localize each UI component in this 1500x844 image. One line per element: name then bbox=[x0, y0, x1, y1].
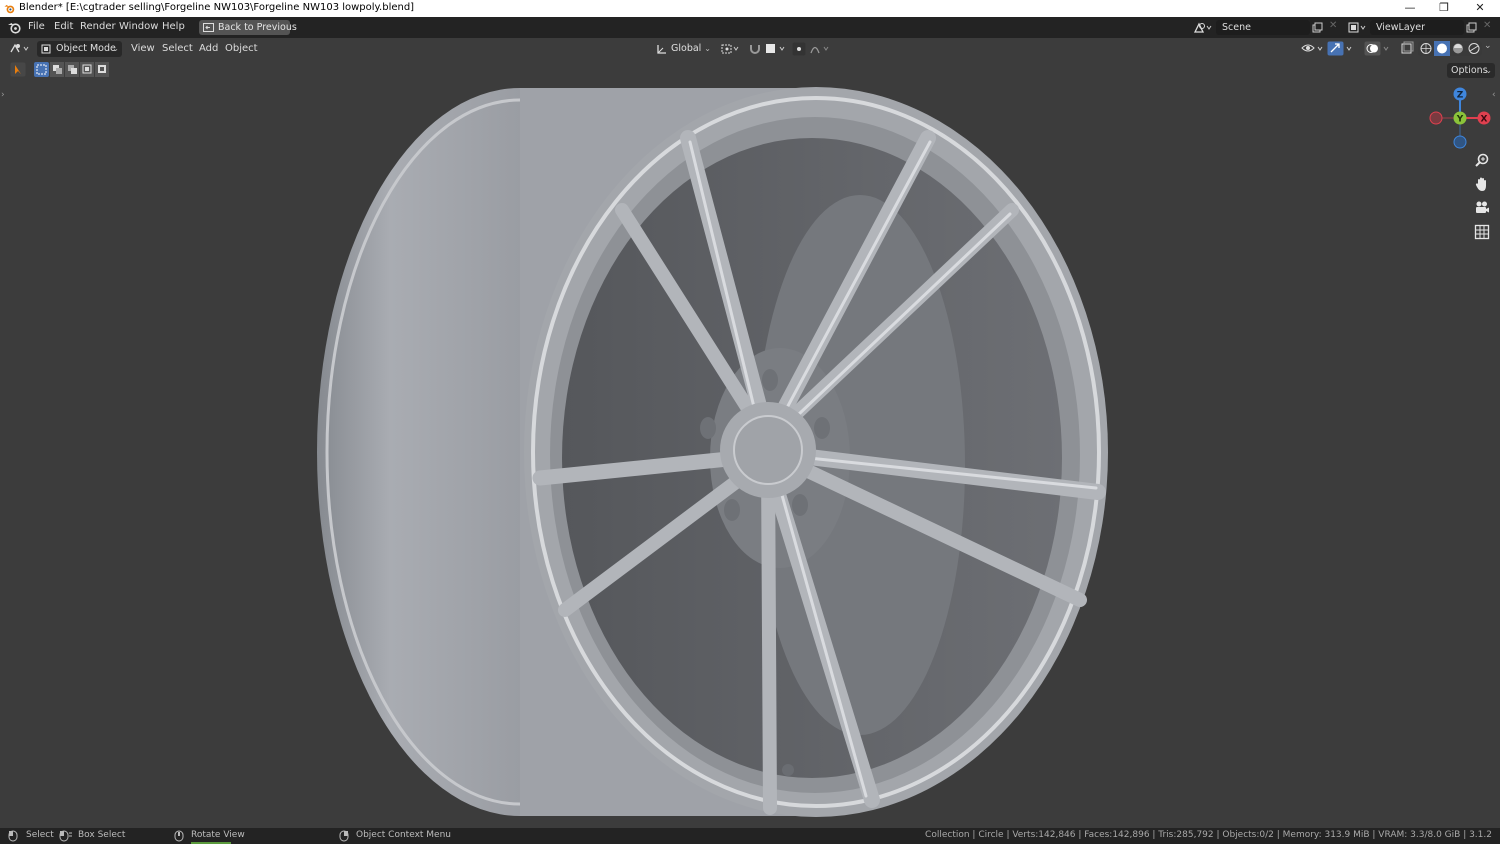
options-label: Options bbox=[1451, 65, 1488, 76]
new-view-layer-icon[interactable] bbox=[1466, 22, 1477, 33]
shading-mode-buttons[interactable] bbox=[1418, 41, 1482, 56]
valve-stem-hole bbox=[782, 764, 794, 776]
gizmo-y-label: Y bbox=[1456, 115, 1464, 125]
object-mode-icon bbox=[41, 44, 51, 54]
pivot-point-icon[interactable] bbox=[720, 43, 742, 55]
gizmo-x-label: X bbox=[1481, 115, 1488, 125]
object-visibility-icon[interactable] bbox=[1300, 42, 1326, 55]
blender-logo-icon bbox=[4, 4, 15, 14]
proportional-editing-icon[interactable] bbox=[792, 42, 806, 56]
overlays-toggle-icon[interactable] bbox=[1364, 41, 1394, 56]
view3d-icon[interactable] bbox=[9, 42, 31, 55]
restore-button[interactable]: ❐ bbox=[1427, 0, 1461, 17]
3d-viewport[interactable]: Object Mode ⌄ View Select Add Object Glo… bbox=[0, 38, 1500, 828]
gizmo-neg-x-handle[interactable] bbox=[1429, 111, 1443, 125]
status-rotate-view: Rotate View bbox=[191, 830, 245, 840]
menu-add[interactable]: Add bbox=[199, 43, 218, 54]
snap-increment-icon[interactable] bbox=[764, 43, 788, 55]
menu-edit[interactable]: Edit bbox=[54, 21, 73, 32]
transform-orientation-label: Global bbox=[671, 43, 702, 54]
delete-scene-icon[interactable]: ✕ bbox=[1329, 20, 1337, 31]
close-window-button[interactable]: ✕ bbox=[1463, 0, 1497, 17]
gizmo-z-label: Z bbox=[1457, 91, 1464, 101]
menu-object[interactable]: Object bbox=[225, 43, 258, 54]
menu-file[interactable]: File bbox=[28, 21, 45, 32]
orientation-axes-icon bbox=[657, 45, 666, 54]
transform-orientation-dropdown[interactable]: Global ⌄ bbox=[652, 41, 714, 57]
zoom-icon[interactable] bbox=[1474, 153, 1490, 169]
new-scene-icon[interactable] bbox=[1312, 22, 1323, 33]
navigation-gizmo[interactable]: Z Y X bbox=[1425, 86, 1495, 150]
mouse-left-icon bbox=[8, 830, 18, 842]
center-cap bbox=[733, 415, 803, 485]
blender-menu-icon[interactable] bbox=[8, 22, 21, 34]
grid-ortho-icon[interactable] bbox=[1474, 224, 1490, 240]
chevron-down-icon: ⌄ bbox=[112, 44, 119, 53]
object-mode-label: Object Mode bbox=[56, 43, 116, 54]
menu-select[interactable]: Select bbox=[162, 43, 193, 54]
minimize-button[interactable]: — bbox=[1393, 0, 1427, 17]
viewport-header: Object Mode ⌄ View Select Add Object Glo… bbox=[0, 38, 1500, 59]
window-titlebar: Blender* [E:\cgtrader selling\Forgeline … bbox=[0, 0, 1500, 17]
menu-view[interactable]: View bbox=[131, 43, 155, 54]
object-mode-dropdown[interactable]: Object Mode ⌄ bbox=[37, 41, 122, 57]
delete-view-layer-icon[interactable]: ✕ bbox=[1483, 20, 1491, 31]
menu-window[interactable]: Window bbox=[119, 21, 158, 32]
camera-icon[interactable] bbox=[1474, 200, 1490, 216]
wheel-3d-model[interactable] bbox=[0, 38, 1500, 828]
status-context-menu: Object Context Menu bbox=[356, 830, 452, 840]
blender-topbar: File Edit Render Window Help Back to Pre… bbox=[0, 17, 1500, 39]
toolbar-expand-chevron-icon[interactable]: › bbox=[1, 90, 5, 100]
shading-options-chevron-icon[interactable]: ⌄ bbox=[1484, 41, 1492, 51]
scene-statistics: Collection | Circle | Verts:142,846 | Fa… bbox=[925, 830, 1492, 840]
view-layer-icon[interactable] bbox=[1347, 21, 1367, 34]
chevron-down-icon: ⌄ bbox=[1485, 66, 1492, 75]
view-layer-field[interactable]: ViewLayer bbox=[1370, 20, 1464, 35]
snap-magnet-icon[interactable] bbox=[748, 42, 762, 56]
back-to-previous-label: Back to Previous bbox=[218, 22, 297, 33]
mouse-right-icon bbox=[339, 830, 349, 842]
menu-render[interactable]: Render bbox=[80, 21, 116, 32]
view-layer-name: ViewLayer bbox=[1376, 22, 1426, 33]
window-title: Blender* [E:\cgtrader selling\Forgeline … bbox=[19, 2, 415, 13]
scene-name: Scene bbox=[1222, 22, 1251, 33]
selection-mode-buttons[interactable] bbox=[34, 62, 110, 77]
mouse-drag-icon bbox=[59, 830, 72, 842]
options-dropdown[interactable]: Options ⌄ bbox=[1447, 63, 1495, 78]
pan-hand-icon[interactable] bbox=[1474, 176, 1490, 192]
back-to-previous-button[interactable]: Back to Previous bbox=[199, 20, 297, 35]
proportional-falloff-icon[interactable] bbox=[809, 42, 831, 55]
scene-name-field[interactable]: Scene bbox=[1216, 20, 1310, 35]
status-box-select: Box Select bbox=[78, 830, 126, 840]
gizmo-toggle-icon[interactable] bbox=[1327, 41, 1357, 56]
status-bar: Select Box Select Rotate View Object Con… bbox=[0, 828, 1500, 844]
active-tool-icon[interactable] bbox=[10, 62, 26, 77]
gizmo-neg-z-handle[interactable] bbox=[1453, 135, 1467, 149]
status-select: Select bbox=[26, 830, 54, 840]
xray-toggle-icon[interactable] bbox=[1399, 41, 1415, 56]
chevron-down-icon: ⌄ bbox=[704, 44, 711, 53]
menu-help[interactable]: Help bbox=[162, 21, 185, 32]
mouse-middle-icon bbox=[174, 830, 184, 842]
scene-icon[interactable] bbox=[1193, 21, 1213, 34]
back-arrow-icon bbox=[203, 23, 214, 32]
